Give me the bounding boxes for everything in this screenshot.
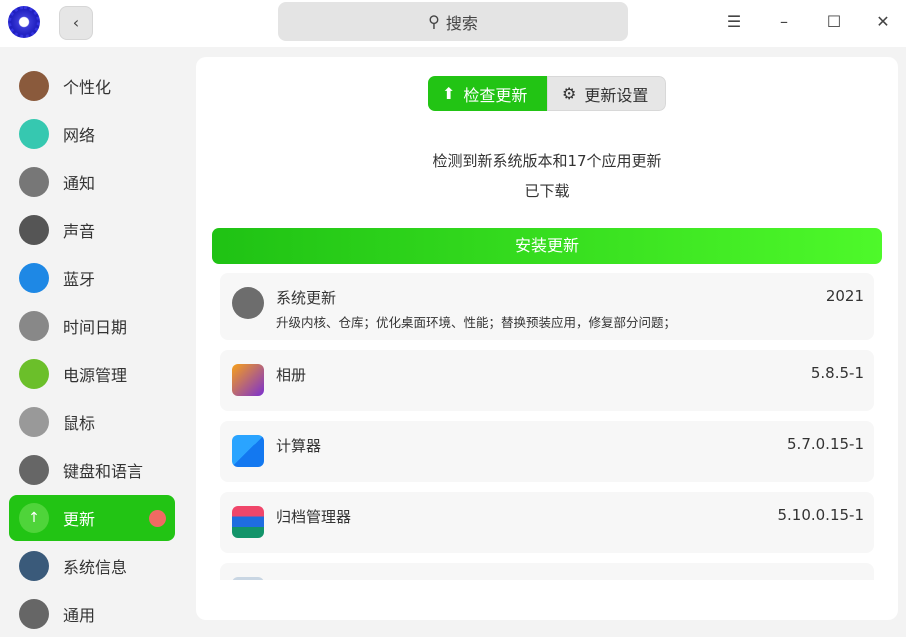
menu-button[interactable]: ☰ [722, 12, 746, 31]
update-version: 2021 [825, 287, 864, 305]
tab-label: 检查更新 [463, 85, 528, 105]
sidebar-item-icon: ↑ [19, 503, 49, 533]
sidebar-item[interactable]: ↑ 更新 [9, 495, 175, 541]
update-name: 系统更新 [276, 289, 337, 307]
package-icon [232, 577, 264, 580]
sidebar-item-label: 时间日期 [63, 318, 128, 337]
search-placeholder: 搜索 [445, 13, 478, 33]
sidebar-item[interactable]: 鼠标 [9, 399, 175, 445]
install-updates-button[interactable]: 安装更新 [212, 228, 882, 264]
sidebar-item-label: 电源管理 [63, 366, 128, 385]
sidebar-item-icon [19, 311, 49, 341]
update-item[interactable]: 计算器 5.7.0.15-1 [220, 421, 874, 482]
update-list[interactable]: 系统更新升级内核、仓库；优化桌面环境、性能；替换预装应用，修复部分问题； 2021… [220, 273, 874, 580]
sidebar-item-icon [19, 119, 49, 149]
tab-check-updates[interactable]: ⬆ 检查更新 [428, 76, 547, 111]
update-name: 软件包安装器 [276, 577, 366, 580]
sidebar-item[interactable]: 通用 [9, 591, 175, 637]
update-name: 相册 [276, 366, 307, 384]
sidebar-item-label: 蓝牙 [63, 270, 96, 289]
calculator-icon [232, 435, 264, 467]
album-icon [232, 364, 264, 396]
tab-update-settings[interactable]: ⚙ 更新设置 [547, 76, 666, 111]
sidebar-item[interactable]: 个性化 [9, 63, 175, 109]
sidebar-item-label: 系统信息 [63, 558, 128, 577]
update-tabs: ⬆ 检查更新 ⚙ 更新设置 [428, 76, 666, 111]
update-item[interactable]: 归档管理器 5.10.0.15-1 [220, 492, 874, 553]
sidebar-item-label: 更新 [63, 510, 96, 529]
back-button[interactable]: ‹ [59, 6, 93, 40]
sidebar-item-icon [19, 215, 49, 245]
sidebar-item-label: 通用 [63, 606, 96, 625]
sidebar-item-icon [19, 551, 49, 581]
titlebar: ‹ ⚲ 搜索 ☰ – ☐ ✕ [0, 0, 906, 47]
sidebar-item-icon [19, 71, 49, 101]
update-panel: ⬆ 检查更新 ⚙ 更新设置 检测到新系统版本和17个应用更新 已下载 安装更新 系统… [196, 57, 898, 620]
sidebar: 个性化网络通知声音蓝牙时间日期电源管理鼠标键盘和语言 ↑ 更新系统信息通用 [0, 47, 186, 632]
arrow-up-circle-icon: ⬆ [442, 84, 456, 103]
update-item[interactable]: 软件包安装器 [220, 563, 874, 580]
sidebar-item-icon [19, 407, 49, 437]
close-button[interactable]: ✕ [871, 12, 895, 31]
sidebar-item-icon [19, 599, 49, 629]
update-name: 归档管理器 [276, 508, 352, 526]
update-version: 5.10.0.15-1 [777, 506, 864, 524]
update-name: 计算器 [276, 437, 322, 455]
gear-icon: ⚙ [562, 84, 577, 103]
search-input[interactable]: ⚲ 搜索 [278, 2, 628, 41]
search-icon: ⚲ [428, 12, 440, 31]
sidebar-item-label: 声音 [63, 222, 96, 241]
sidebar-item[interactable]: 声音 [9, 207, 175, 253]
sidebar-item-label: 个性化 [63, 78, 112, 97]
sidebar-item[interactable]: 电源管理 [9, 351, 175, 397]
update-version: 5.7.0.15-1 [787, 435, 864, 453]
sidebar-item[interactable]: 通知 [9, 159, 175, 205]
sidebar-item-icon [19, 167, 49, 197]
update-description: 升级内核、仓库；优化桌面环境、性能；替换预装应用，修复部分问题； [276, 315, 677, 330]
sidebar-item[interactable]: 时间日期 [9, 303, 175, 349]
sidebar-item[interactable]: 网络 [9, 111, 175, 157]
gear-icon [232, 287, 264, 319]
update-item[interactable]: 相册 5.8.5-1 [220, 350, 874, 411]
archive-icon [232, 506, 264, 538]
sidebar-item[interactable]: 系统信息 [9, 543, 175, 589]
download-status: 已下载 [524, 182, 570, 200]
sidebar-item-label: 键盘和语言 [63, 462, 144, 481]
sidebar-item[interactable]: 蓝牙 [9, 255, 175, 301]
sidebar-item-label: 鼠标 [63, 414, 96, 433]
sidebar-item-icon [19, 359, 49, 389]
update-item[interactable]: 系统更新升级内核、仓库；优化桌面环境、性能；替换预装应用，修复部分问题； 2021 [220, 273, 874, 340]
status-message: 检测到新系统版本和17个应用更新 [432, 152, 662, 170]
app-logo-icon [8, 6, 40, 38]
maximize-button[interactable]: ☐ [822, 12, 846, 31]
tab-label: 更新设置 [584, 85, 649, 105]
sidebar-item-icon [19, 455, 49, 485]
sidebar-item-label: 通知 [63, 174, 96, 193]
update-version: 5.8.5-1 [810, 364, 864, 382]
sidebar-item-icon [19, 263, 49, 293]
minimize-button[interactable]: – [772, 12, 796, 31]
sidebar-item[interactable]: 键盘和语言 [9, 447, 175, 493]
sidebar-item-label: 网络 [63, 126, 96, 145]
notification-dot [149, 510, 166, 527]
